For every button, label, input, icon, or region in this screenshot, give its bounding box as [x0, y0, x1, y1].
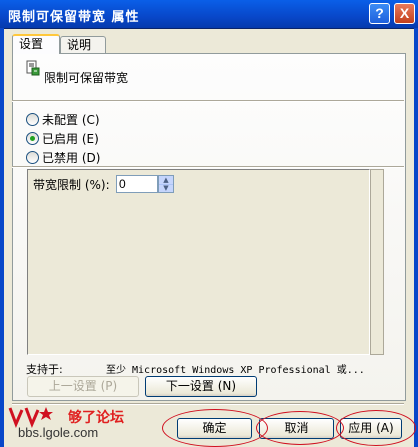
bandwidth-limit-label: 带宽限制 (%):	[33, 178, 110, 192]
policy-setting-icon	[26, 60, 40, 76]
supported-on-value: 至少 Microsoft Windows XP Professional 或..…	[106, 365, 365, 376]
radio-disabled[interactable]: 已禁用 (D)	[26, 149, 100, 165]
radio-circle[interactable]	[26, 113, 39, 126]
radio-not-configured[interactable]: 未配置 (C)	[26, 111, 100, 127]
options-area	[27, 169, 370, 355]
tab-explain[interactable]: 说明	[60, 36, 106, 54]
radio-enabled[interactable]: 已启用 (E)	[26, 130, 99, 146]
supported-on-label: 支持于:	[26, 363, 63, 376]
close-icon: X	[399, 5, 410, 21]
close-button[interactable]: X	[394, 3, 415, 24]
next-setting-button[interactable]: 下一设置 (N)	[145, 376, 257, 397]
title-bar[interactable]: 限制可保留带宽 属性 ? X	[0, 0, 418, 29]
tab-settings[interactable]: 设置	[12, 34, 60, 54]
radio-label: 未配置 (C)	[42, 113, 100, 127]
window-frame-right	[414, 28, 418, 447]
window-frame-left	[0, 28, 4, 447]
bandwidth-limit-input[interactable]	[116, 175, 158, 193]
help-icon: ?	[375, 5, 384, 21]
annotation-circle-cancel	[256, 411, 344, 445]
forum-url: bbs.lgole.com	[18, 425, 99, 440]
annotation-circle-apply	[336, 410, 416, 446]
bandwidth-spinner[interactable]: ▲ ▼	[158, 175, 174, 193]
radio-circle[interactable]	[26, 132, 39, 145]
forum-watermark: 够了论坛 bbs.lgole.com	[8, 404, 158, 444]
radio-label: 已禁用 (D)	[42, 151, 101, 165]
help-button[interactable]: ?	[369, 3, 390, 24]
forum-site-name: 够了论坛	[68, 410, 124, 426]
spin-down-icon[interactable]: ▼	[159, 184, 173, 192]
annotation-circle-ok	[162, 409, 268, 447]
policy-name: 限制可保留带宽	[44, 71, 129, 85]
options-scrollbar[interactable]	[370, 169, 384, 355]
previous-setting-button[interactable]: 上一设置 (P)	[27, 376, 139, 397]
radio-circle[interactable]	[26, 151, 39, 164]
divider	[12, 100, 404, 102]
divider	[12, 166, 404, 168]
window-title: 限制可保留带宽 属性	[8, 10, 140, 25]
radio-label: 已启用 (E)	[42, 132, 99, 146]
